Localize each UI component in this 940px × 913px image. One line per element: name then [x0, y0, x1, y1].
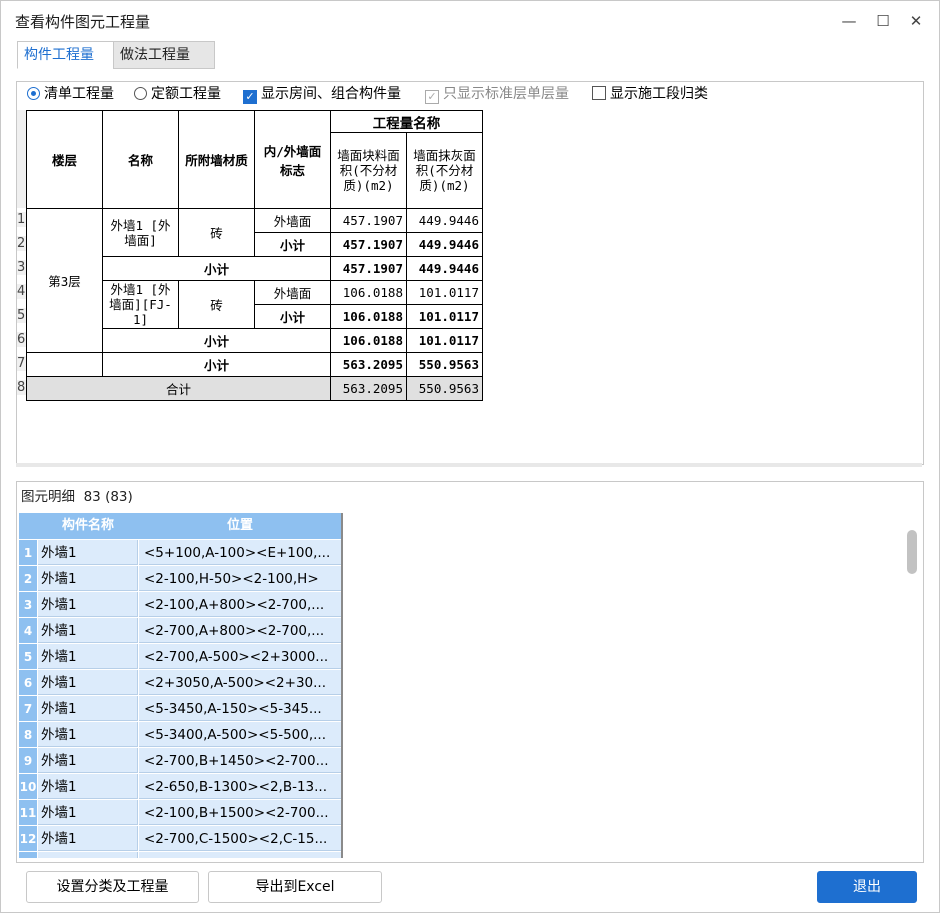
row-number: 7	[17, 356, 26, 371]
checkbox-standard-floor[interactable]: ✓ 只显示标准层单层量	[425, 84, 569, 104]
value-cell: 106.0188	[330, 280, 407, 305]
value-cell: 550.9563	[406, 376, 483, 401]
tab-component-quantity[interactable]: 构件工程量	[17, 41, 119, 69]
table-row[interactable]: 2 外墙1 <2-100,H-50><2-100,H>	[19, 566, 341, 592]
value-cell: 449.9446	[406, 208, 483, 233]
checkbox-show-rooms[interactable]: ✓ 显示房间、组合构件量	[243, 84, 401, 104]
value-cell: 106.0188	[330, 328, 407, 353]
options-bar: 清单工程量 定额工程量 ✓ 显示房间、组合构件量 ✓ 只显示标准层单层量 显示施工段…	[27, 84, 907, 104]
material-cell: 砖	[178, 280, 255, 329]
row-number-header	[17, 110, 26, 208]
checkbox-checked-icon: ✓	[243, 90, 257, 104]
minimize-icon[interactable]: —	[839, 11, 859, 31]
value-cell: 457.1907	[330, 232, 407, 257]
header-quantity-group: 工程量名称	[330, 110, 483, 133]
value-cell: 449.9446	[406, 256, 483, 281]
exit-button[interactable]: 退出	[817, 871, 917, 903]
quantity-grid: 1 2 3 4 5 6 7 8 楼层 名称 所附墙材质 内/外墙面标志 工程量名…	[17, 110, 487, 401]
table-row[interactable]: 7 外墙1 <5-3450,A-150><5-345...	[19, 696, 341, 722]
inout-cell: 外墙面	[254, 208, 331, 233]
row-number: 8	[17, 380, 26, 395]
subtotal-label: 小计	[254, 304, 331, 329]
checkbox-unchecked-icon	[592, 86, 606, 100]
table-row[interactable]: 3 外墙1 <2-100,A+800><2-700,...	[19, 592, 341, 618]
header-name: 名称	[102, 110, 179, 209]
value-cell: 563.2095	[330, 376, 407, 401]
checkbox-construction-section[interactable]: 显示施工段归类	[592, 84, 708, 104]
header-material: 所附墙材质	[178, 110, 255, 209]
set-category-button[interactable]: 设置分类及工程量	[26, 871, 199, 903]
dialog-window: 查看构件图元工程量 — ☐ ✕ 构件工程量 做法工程量 清单工程量 定额工程量 …	[0, 0, 940, 913]
value-cell: 101.0117	[406, 280, 483, 305]
floor-cell-blank	[26, 352, 103, 377]
floor-cell: 第3层	[26, 208, 103, 353]
title-bar: 查看构件图元工程量 — ☐ ✕	[1, 1, 939, 35]
material-cell: 砖	[178, 208, 255, 257]
radio-checked-icon	[27, 87, 40, 100]
detail-grid-header: 构件名称 位置	[19, 513, 341, 539]
header-block-area: 墙面块料面积(不分材质)(m2)	[330, 132, 407, 209]
row-number: 4	[17, 284, 26, 299]
header-floor: 楼层	[26, 110, 103, 209]
radio-list-quantity[interactable]: 清单工程量	[27, 84, 114, 104]
table-row[interactable]: 6 外墙1 <2+3050,A-500><2+30...	[19, 670, 341, 696]
table-row[interactable]: 1 外墙1 <5+100,A-100><E+100,...	[19, 540, 341, 566]
detail-grid: 构件名称 位置 1 外墙1 <5+100,A-100><E+100,... 2 外墙1…	[19, 513, 343, 858]
inout-cell: 外墙面	[254, 280, 331, 305]
table-row[interactable]: 4 外墙1 <2-700,A+800><2-700,...	[19, 618, 341, 644]
subtotal-label: 小计	[102, 328, 331, 353]
value-cell: 101.0117	[406, 328, 483, 353]
row-number: 6	[17, 332, 26, 347]
close-icon[interactable]: ✕	[906, 11, 926, 31]
radio-unchecked-icon	[134, 87, 147, 100]
header-component-name[interactable]: 构件名称	[38, 513, 138, 539]
name-cell: 外墙1 [外墙面][FJ-1]	[102, 280, 179, 329]
vertical-scrollbar-thumb[interactable]	[907, 530, 917, 574]
detail-title: 图元明细 83 (83)	[21, 489, 133, 505]
checkbox-disabled-icon: ✓	[425, 90, 439, 104]
detail-count: 83 (83)	[83, 489, 133, 505]
name-cell: 外墙1 [外墙面]	[102, 208, 179, 257]
panel-splitter[interactable]	[16, 463, 922, 467]
detail-panel: 图元明细 83 (83) 构件名称 位置 1 外墙1 <5+100,A-100><E…	[16, 481, 924, 863]
header-inout: 内/外墙面标志	[254, 110, 331, 209]
row-number: 2	[17, 236, 26, 251]
value-cell: 101.0117	[406, 304, 483, 329]
row-number: 1	[17, 212, 26, 227]
value-cell: 449.9446	[406, 232, 483, 257]
row-number: 5	[17, 308, 26, 323]
table-row[interactable]: 10 外墙1 <2-650,B-1300><2,B-13...	[19, 774, 341, 800]
table-row[interactable]: 5 外墙1 <2-700,A-500><2+3000...	[19, 644, 341, 670]
subtotal-label: 小计	[102, 352, 331, 377]
quantity-panel: 清单工程量 定额工程量 ✓ 显示房间、组合构件量 ✓ 只显示标准层单层量 显示施工段…	[16, 81, 924, 465]
table-row-partial	[19, 852, 341, 858]
table-row[interactable]: 9 外墙1 <2-700,B+1450><2-700...	[19, 748, 341, 774]
table-row[interactable]: 11 外墙1 <2-100,B+1500><2-700...	[19, 800, 341, 826]
tab-method-quantity[interactable]: 做法工程量	[113, 41, 215, 69]
value-cell: 457.1907	[330, 208, 407, 233]
header-position[interactable]: 位置	[139, 513, 341, 539]
maximize-icon[interactable]: ☐	[873, 11, 893, 31]
table-row[interactable]: 8 外墙1 <5-3400,A-500><5-500,...	[19, 722, 341, 748]
header-plaster-area: 墙面抹灰面积(不分材质)(m2)	[406, 132, 483, 209]
value-cell: 550.9563	[406, 352, 483, 377]
subtotal-label: 小计	[254, 232, 331, 257]
export-excel-button[interactable]: 导出到Excel	[208, 871, 382, 903]
value-cell: 563.2095	[330, 352, 407, 377]
window-title: 查看构件图元工程量	[15, 13, 151, 31]
value-cell: 106.0188	[330, 304, 407, 329]
row-number: 3	[17, 260, 26, 275]
value-cell: 457.1907	[330, 256, 407, 281]
subtotal-label: 小计	[102, 256, 331, 281]
quantity-table: 楼层 名称 所附墙材质 内/外墙面标志 工程量名称 墙面块料面积(不分材质)(m…	[26, 110, 483, 401]
table-row[interactable]: 12 外墙1 <2-700,C-1500><2,C-15...	[19, 826, 341, 852]
radio-quota-quantity[interactable]: 定额工程量	[134, 84, 221, 104]
total-label: 合计	[26, 376, 331, 401]
